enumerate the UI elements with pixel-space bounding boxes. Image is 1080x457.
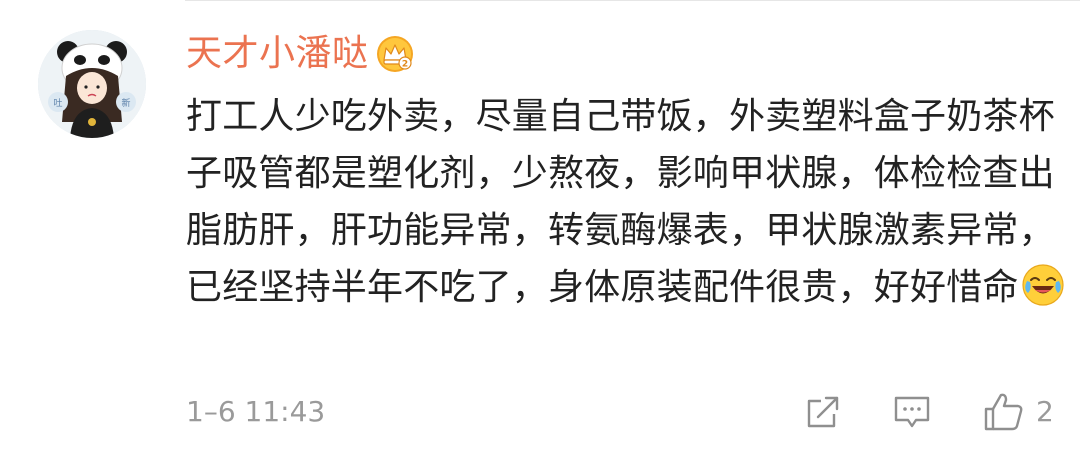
comment-icon: [894, 396, 930, 428]
comment-body: 打工人少吃外卖，尽量自己带饭，外卖塑料盒子奶茶杯子吸管都是塑化剂，少熬夜，影响甲…: [186, 96, 1055, 308]
svg-text:吐: 吐: [53, 98, 62, 109]
avatar-panda-girl-icon: 吐 新: [38, 30, 146, 138]
avatar[interactable]: 吐 新: [38, 30, 146, 138]
share-icon: [807, 396, 839, 428]
share-button[interactable]: [804, 388, 842, 436]
timestamp: 1–6 11:43: [186, 395, 326, 428]
laugh-cry-emoji-icon: [1022, 264, 1064, 306]
like-count: 2: [1036, 395, 1054, 428]
crown-vip-icon[interactable]: 2: [375, 34, 415, 74]
like-button[interactable]: 2: [982, 388, 1054, 436]
username-row: 天才小潘哒 2: [186, 26, 415, 82]
comment-text: 打工人少吃外卖，尽量自己带饭，外卖塑料盒子奶茶杯子吸管都是塑化剂，少熬夜，影响甲…: [186, 88, 1066, 316]
username[interactable]: 天才小潘哒: [186, 26, 369, 82]
thumbs-up-icon: [984, 393, 1023, 431]
comment-footer: 1–6 11:43 2: [186, 388, 1062, 436]
reply-button[interactable]: [892, 388, 932, 436]
svg-text:新: 新: [121, 97, 130, 109]
top-divider: [185, 0, 1080, 1]
svg-text:2: 2: [401, 60, 407, 70]
